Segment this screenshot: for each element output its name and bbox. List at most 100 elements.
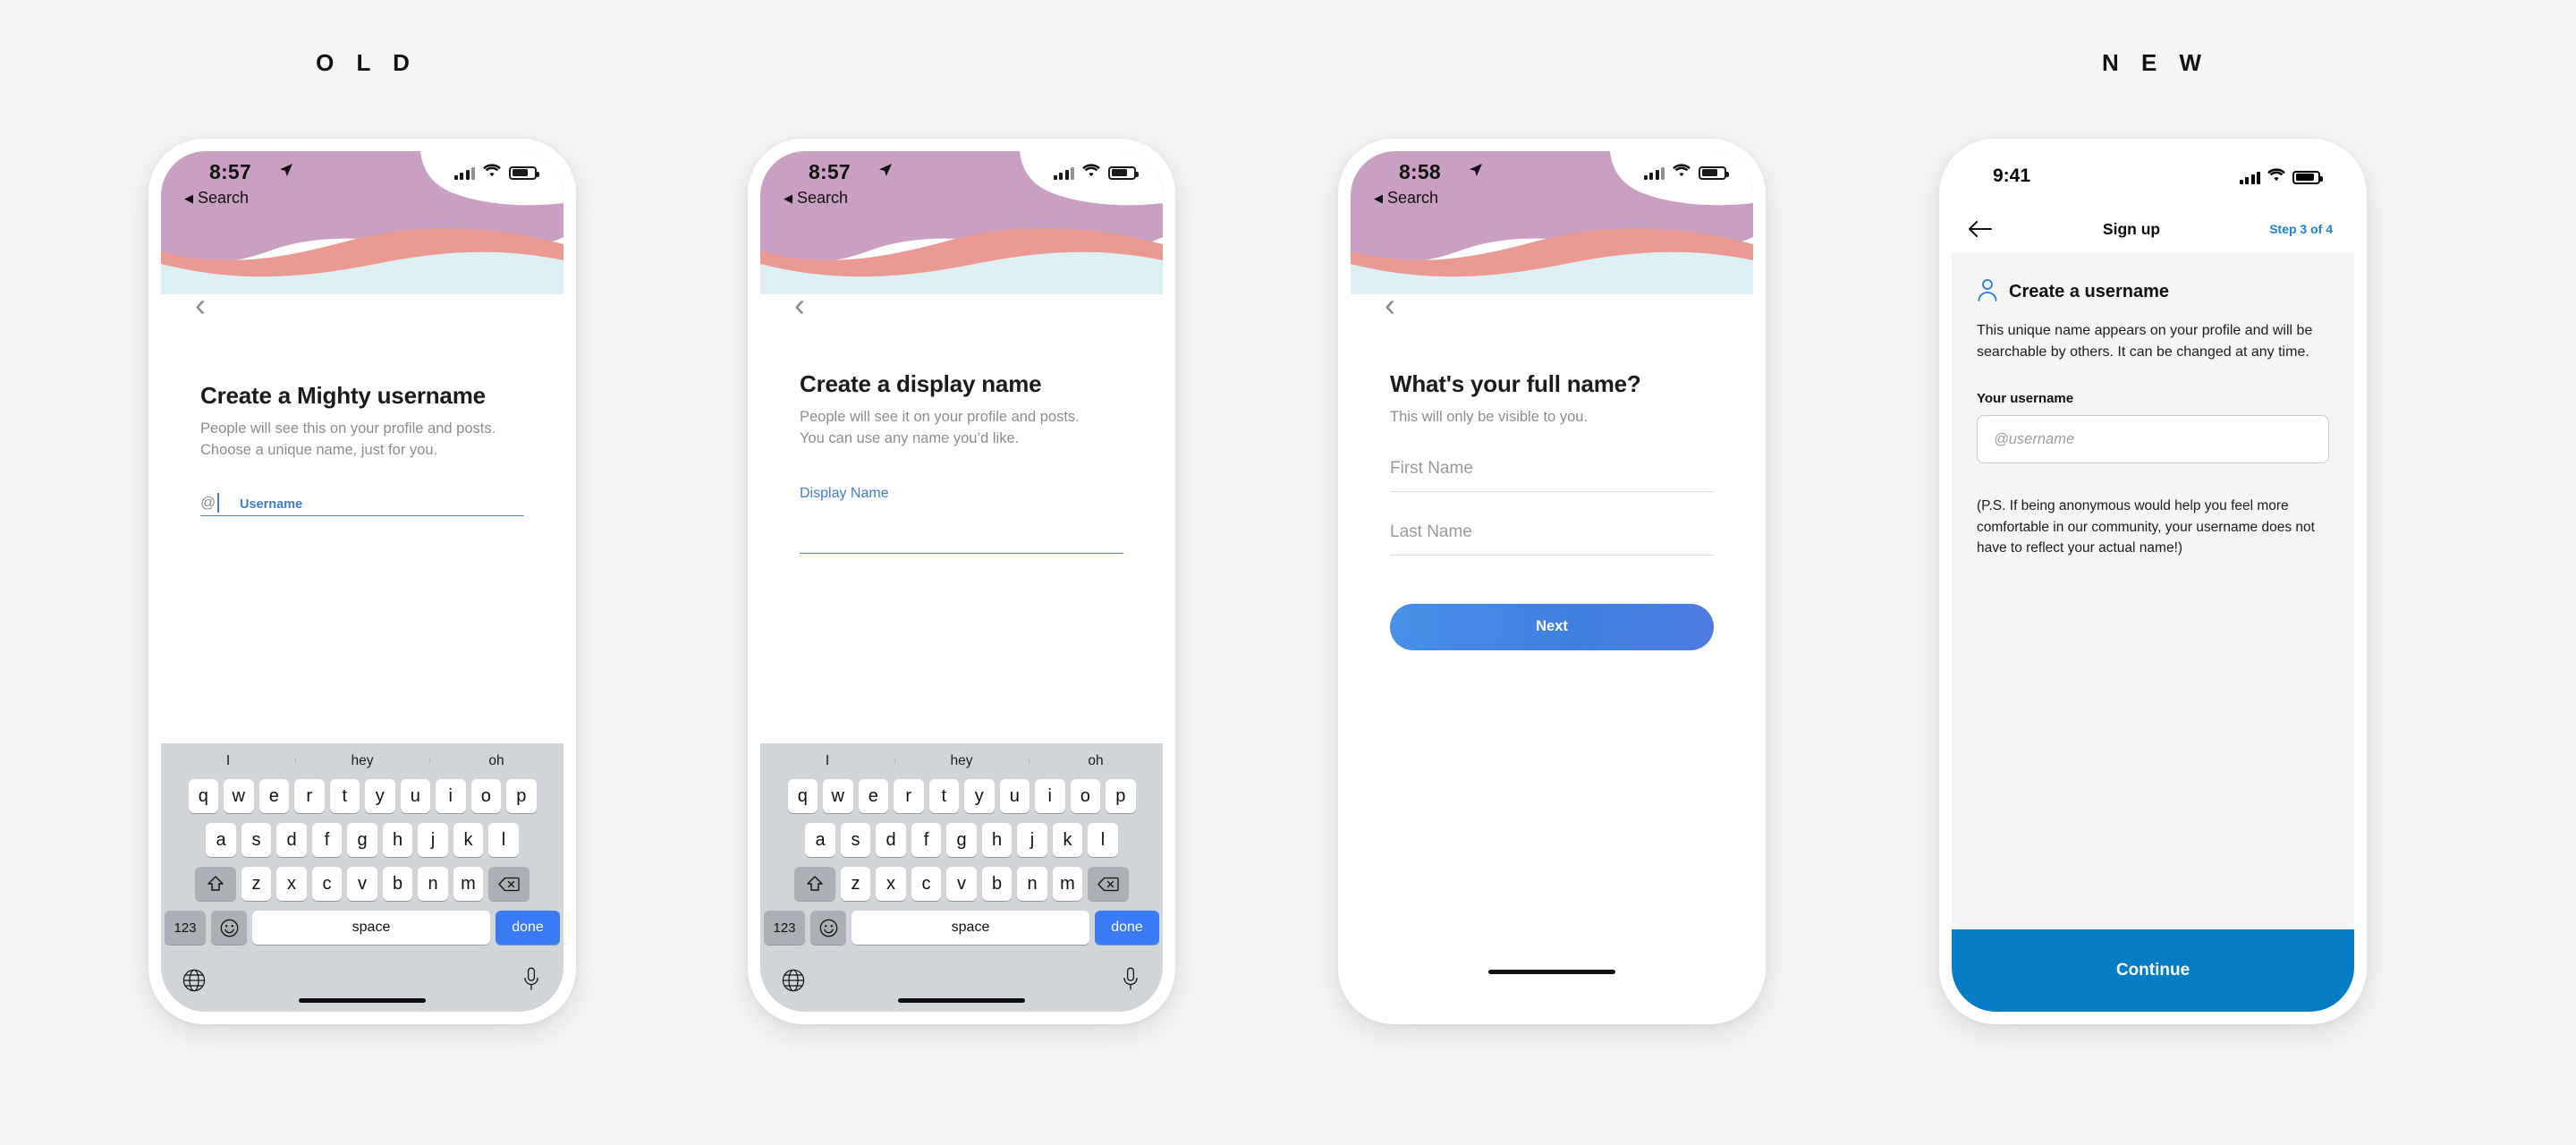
key-space[interactable]: space: [252, 911, 490, 945]
key-o[interactable]: o: [1070, 779, 1100, 813]
key-x[interactable]: x: [276, 867, 307, 901]
step-indicator: Step 3 of 4: [2269, 222, 2333, 236]
key-space[interactable]: space: [852, 911, 1089, 945]
keyboard-row-1: q w e r t y u i o p: [165, 779, 560, 813]
status-indicators: [1643, 164, 1729, 182]
key-f[interactable]: f: [311, 823, 343, 857]
status-back-to-app[interactable]: ◀ Search: [184, 189, 249, 208]
key-k[interactable]: k: [453, 823, 484, 857]
display-name-input[interactable]: [800, 507, 1123, 554]
key-g[interactable]: g: [347, 823, 377, 857]
back-chevron-icon[interactable]: ‹: [780, 285, 819, 325]
prediction-2[interactable]: hey: [295, 753, 429, 769]
key-m[interactable]: m: [1052, 867, 1083, 901]
key-b[interactable]: b: [981, 867, 1013, 901]
username-input[interactable]: @: [200, 489, 524, 516]
key-c[interactable]: c: [911, 867, 942, 901]
key-i[interactable]: i: [1035, 779, 1065, 813]
key-x[interactable]: x: [876, 867, 906, 901]
status-back-to-app[interactable]: ◀ Search: [784, 189, 848, 208]
key-r[interactable]: r: [294, 779, 325, 813]
key-k[interactable]: k: [1052, 823, 1083, 857]
key-u[interactable]: u: [999, 779, 1030, 813]
emoji-smiley-icon[interactable]: [810, 911, 846, 945]
key-n[interactable]: n: [418, 867, 448, 901]
key-s[interactable]: s: [840, 823, 871, 857]
key-y[interactable]: y: [365, 779, 395, 813]
last-name-field[interactable]: Last Name: [1390, 522, 1714, 556]
first-name-field[interactable]: First Name: [1390, 459, 1714, 492]
prediction-1[interactable]: I: [760, 753, 894, 769]
keyboard-predictions[interactable]: I hey oh: [760, 743, 1163, 779]
key-n[interactable]: n: [1017, 867, 1047, 901]
ios-keyboard[interactable]: I hey oh q w e r t y u i o p a s d f g h…: [161, 743, 564, 1012]
key-d[interactable]: d: [876, 823, 906, 857]
key-q[interactable]: q: [787, 779, 818, 813]
prediction-2[interactable]: hey: [894, 753, 1029, 769]
phone-mockup-old-2: 8:57 ◀ Search ‹ Create a display name Pe…: [748, 139, 1175, 1024]
key-done[interactable]: done: [496, 911, 560, 945]
key-o[interactable]: o: [470, 779, 501, 813]
key-h[interactable]: h: [981, 823, 1013, 857]
key-u[interactable]: u: [400, 779, 430, 813]
backspace-icon[interactable]: [488, 867, 530, 901]
microphone-icon[interactable]: [1122, 967, 1140, 997]
key-q[interactable]: q: [188, 779, 218, 813]
microphone-icon[interactable]: [522, 967, 540, 997]
ios-keyboard[interactable]: I hey oh q w e r t y u i o p a s d f g h…: [760, 743, 1163, 1012]
prediction-3[interactable]: oh: [429, 753, 564, 769]
key-v[interactable]: v: [347, 867, 377, 901]
username-input-wrap[interactable]: @: [200, 484, 524, 516]
key-w[interactable]: w: [224, 779, 254, 813]
prediction-1[interactable]: I: [161, 753, 295, 769]
globe-icon[interactable]: [182, 969, 206, 997]
back-chevron-icon[interactable]: ‹: [1370, 285, 1410, 325]
key-l[interactable]: l: [1088, 823, 1118, 857]
key-g[interactable]: g: [946, 823, 977, 857]
keyboard-bottom-bar: [161, 963, 564, 1012]
display-name-field-group[interactable]: Display Name: [800, 486, 1123, 554]
key-w[interactable]: w: [823, 779, 853, 813]
key-b[interactable]: b: [382, 867, 413, 901]
key-y[interactable]: y: [964, 779, 995, 813]
key-done[interactable]: done: [1095, 911, 1159, 945]
key-m[interactable]: m: [453, 867, 484, 901]
key-p[interactable]: p: [506, 779, 537, 813]
key-l[interactable]: l: [488, 823, 519, 857]
key-v[interactable]: v: [946, 867, 977, 901]
arrow-left-icon[interactable]: [1952, 220, 2007, 238]
backspace-icon[interactable]: [1088, 867, 1130, 901]
continue-button[interactable]: Continue: [1952, 929, 2354, 1012]
key-numbers[interactable]: 123: [764, 911, 805, 945]
next-button[interactable]: Next: [1390, 603, 1714, 650]
back-chevron-icon[interactable]: ‹: [181, 285, 220, 325]
username-input[interactable]: @username: [1977, 415, 2329, 464]
key-e[interactable]: e: [858, 779, 888, 813]
key-a[interactable]: a: [206, 823, 236, 857]
key-j[interactable]: j: [1017, 823, 1047, 857]
prediction-3[interactable]: oh: [1029, 753, 1163, 769]
status-back-to-app[interactable]: ◀ Search: [1374, 189, 1438, 208]
key-f[interactable]: f: [911, 823, 942, 857]
last-name-underline: [1390, 554, 1714, 556]
globe-icon[interactable]: [782, 969, 805, 997]
key-d[interactable]: d: [276, 823, 307, 857]
key-h[interactable]: h: [382, 823, 413, 857]
keyboard-predictions[interactable]: I hey oh: [161, 743, 564, 779]
shift-up-icon[interactable]: [194, 867, 236, 901]
key-numbers[interactable]: 123: [165, 911, 206, 945]
key-z[interactable]: z: [241, 867, 272, 901]
key-t[interactable]: t: [329, 779, 360, 813]
key-r[interactable]: r: [894, 779, 924, 813]
key-t[interactable]: t: [928, 779, 959, 813]
key-i[interactable]: i: [436, 779, 466, 813]
key-j[interactable]: j: [418, 823, 448, 857]
shift-up-icon[interactable]: [793, 867, 835, 901]
key-s[interactable]: s: [241, 823, 272, 857]
key-c[interactable]: c: [311, 867, 343, 901]
key-z[interactable]: z: [840, 867, 871, 901]
emoji-smiley-icon[interactable]: [211, 911, 247, 945]
key-a[interactable]: a: [805, 823, 835, 857]
key-p[interactable]: p: [1106, 779, 1136, 813]
key-e[interactable]: e: [258, 779, 289, 813]
